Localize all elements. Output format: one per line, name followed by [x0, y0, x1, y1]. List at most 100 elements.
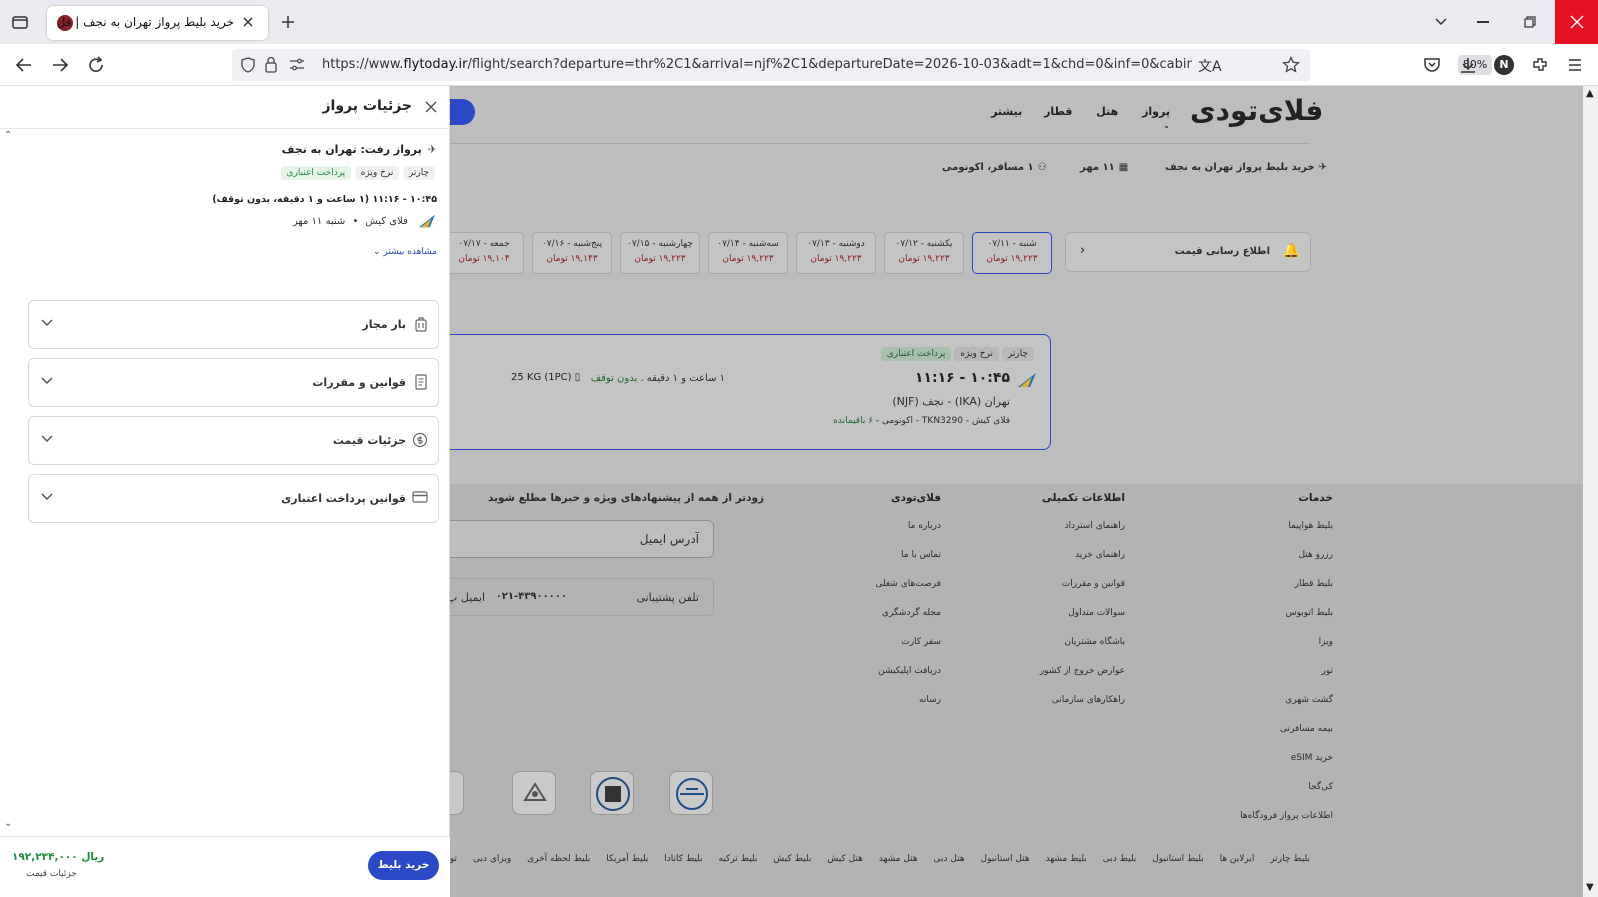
- bottom-link[interactable]: بلیط کیش: [773, 854, 811, 864]
- newsletter-email-input[interactable]: آدرس ایمیل: [430, 520, 714, 558]
- support-phone[interactable]: ۰۲۱-۴۳۹۰۰۰۰۰: [496, 591, 567, 602]
- menu-icon[interactable]: [1567, 57, 1583, 73]
- price-details-link[interactable]: جزئیات قیمت: [26, 869, 77, 879]
- site-permissions-icon[interactable]: [289, 58, 305, 72]
- nav-item-more[interactable]: بیشتر: [991, 105, 1022, 118]
- bottom-link[interactable]: ویزای دبی: [473, 854, 511, 864]
- close-window-button[interactable]: [1555, 0, 1598, 44]
- footer-link[interactable]: بلیط اتوبوس: [1240, 608, 1333, 637]
- profile-avatar[interactable]: N: [1494, 55, 1514, 75]
- nav-item-hotel[interactable]: هتل: [1096, 105, 1118, 118]
- search-summary-route[interactable]: ✈خرید بلیط پرواز تهران به نجف: [1165, 162, 1327, 173]
- address-bar[interactable]: https://www.flytoday.ir/flight/search?de…: [232, 49, 1492, 81]
- footer-link[interactable]: باشگاه مشتریان: [1040, 637, 1125, 666]
- date-option-0[interactable]: شنبه - ۰۷/۱۱ ۱۹,۲۲۳ تومان: [972, 232, 1052, 274]
- tourism-badge-icon[interactable]: [590, 771, 634, 815]
- bottom-link[interactable]: بلیط مشهد: [1045, 854, 1086, 864]
- panel-scrollbar[interactable]: ⌃ ⌄: [0, 130, 18, 836]
- bottom-link[interactable]: بلیط ترکیه: [719, 854, 758, 864]
- price-alert-button[interactable]: 🔔 اطلاع رسانی قیمت ›: [1065, 232, 1311, 272]
- close-tab-icon[interactable]: [241, 15, 255, 29]
- date-option-6[interactable]: جمعه - ۰۷/۱۷ ۱۹,۱۰۴ تومان: [444, 232, 524, 274]
- flight-result-card[interactable]: چارتر نرخ ویژه پرداخت اعتباری ۱۰:۴۵ - ۱۱…: [430, 334, 1051, 450]
- accordion-rules[interactable]: قوانین و مقررات: [28, 358, 439, 407]
- date-option-2[interactable]: دوشنبه - ۰۷/۱۳ ۱۹,۲۲۳ تومان: [796, 232, 876, 274]
- bottom-link[interactable]: هتل دبی: [934, 854, 965, 864]
- footer-link[interactable]: سوالات متداول: [1040, 608, 1125, 637]
- extensions-icon[interactable]: [1531, 56, 1549, 74]
- minimize-window-icon[interactable]: [1477, 21, 1489, 23]
- footer-link[interactable]: راهکارهای سازمانی: [1040, 695, 1125, 724]
- footer-link[interactable]: عوارض خروج از کشور: [1040, 666, 1125, 695]
- footer-link[interactable]: بلیط هواپیما: [1240, 521, 1333, 550]
- footer-link[interactable]: گشت شهری: [1240, 695, 1333, 724]
- date-option-5[interactable]: پنج‌شنبه - ۰۷/۱۶ ۱۹,۱۴۳ تومان: [532, 232, 612, 274]
- cao-badge-icon[interactable]: [669, 771, 713, 815]
- buy-ticket-button[interactable]: خرید بلیط: [368, 851, 439, 880]
- pocket-icon[interactable]: [1423, 56, 1441, 74]
- accordion-baggage[interactable]: بار مجاز: [28, 300, 439, 349]
- footer-link[interactable]: کی‌گجا: [1240, 782, 1333, 811]
- footer-link[interactable]: دریافت اپلیکیشن: [875, 666, 941, 695]
- show-more-link[interactable]: مشاهده بیشتر ⌄: [373, 247, 437, 257]
- date-option-4[interactable]: چهارشنبه - ۰۷/۱۵ ۱۹,۲۲۳ تومان: [620, 232, 700, 274]
- footer-link[interactable]: بلیط قطار: [1240, 579, 1333, 608]
- bottom-link[interactable]: بلیط چارتر: [1270, 854, 1310, 864]
- site-logo[interactable]: فلای‌تودی: [1190, 94, 1323, 127]
- date-option-3[interactable]: سه‌شنبه - ۰۷/۱۴ ۱۹,۲۲۳ تومان: [708, 232, 788, 274]
- footer-link[interactable]: فرصت‌های شغلی: [875, 579, 941, 608]
- translate-icon[interactable]: 文A: [1198, 56, 1222, 76]
- active-tab[interactable]: خرید بلیط پرواز تهران به نجف | فل: [47, 6, 268, 40]
- bookmark-star-icon[interactable]: [1282, 56, 1300, 74]
- scroll-up-icon[interactable]: ▲: [1586, 88, 1594, 99]
- nav-item-flight[interactable]: پرواز: [1142, 105, 1170, 118]
- bottom-link[interactable]: بلیط آمریکا: [606, 854, 648, 864]
- bottom-link[interactable]: هتل کیش: [827, 854, 863, 864]
- lock-icon[interactable]: [264, 56, 278, 73]
- footer-link[interactable]: مجله گردشگری: [875, 608, 941, 637]
- bottom-link[interactable]: هتل مشهد: [879, 854, 918, 864]
- page-scrollbar[interactable]: ▲ ▼: [1583, 86, 1598, 897]
- footer-link[interactable]: بیمه مسافرتی: [1240, 724, 1333, 753]
- footer-link[interactable]: خرید eSIM: [1240, 753, 1333, 782]
- footer-link[interactable]: تماس با ما: [875, 550, 941, 579]
- footer-link[interactable]: قوانین و مقررات: [1040, 579, 1125, 608]
- footer-link[interactable]: درباره ما: [875, 521, 941, 550]
- accordion-credit-payment-rules[interactable]: قوانین پرداخت اعتباری: [28, 474, 439, 523]
- tab-list-icon[interactable]: [10, 12, 30, 32]
- shield-icon[interactable]: [240, 57, 256, 73]
- reload-icon[interactable]: [87, 56, 105, 74]
- bottom-link[interactable]: بلیط لحظه آخری: [527, 854, 590, 864]
- bottom-link[interactable]: هتل استانبول: [981, 854, 1030, 864]
- stops-text: بدون توقف: [590, 373, 638, 384]
- new-tab-icon[interactable]: [280, 14, 296, 30]
- bottom-link[interactable]: ایرلاین ها: [1220, 854, 1255, 864]
- footer-link[interactable]: رزرو هتل: [1240, 550, 1333, 579]
- footer-link[interactable]: تور: [1240, 666, 1333, 695]
- bottom-link[interactable]: بلیط دبی: [1103, 854, 1137, 864]
- footer-link[interactable]: راهنمای خرید: [1040, 550, 1125, 579]
- scroll-up-icon[interactable]: ⌃: [4, 130, 12, 141]
- back-arrow-icon[interactable]: [15, 56, 33, 74]
- footer-link[interactable]: رسانه: [875, 695, 941, 724]
- scroll-down-icon[interactable]: ⌄: [4, 818, 12, 829]
- search-summary-date[interactable]: ▦۱۱ مهر: [1080, 162, 1128, 173]
- forward-arrow-icon[interactable]: [51, 56, 69, 74]
- tab-overflow-chevron-icon[interactable]: [1434, 15, 1448, 29]
- downloads-icon[interactable]: [1459, 56, 1477, 74]
- scroll-down-icon[interactable]: ▼: [1586, 882, 1594, 893]
- footer-link[interactable]: راهنمای استرداد: [1040, 521, 1125, 550]
- search-summary-passengers[interactable]: ⚇۱ مسافر، اکونومی: [942, 162, 1047, 173]
- footer-link[interactable]: سفر کارت: [875, 637, 941, 666]
- date-option-1[interactable]: یکشنبه - ۰۷/۱۲ ۱۹,۲۲۳ تومان: [884, 232, 964, 274]
- restore-window-icon[interactable]: [1524, 16, 1536, 28]
- association-badge-icon[interactable]: [512, 771, 556, 815]
- bottom-link[interactable]: بلیط استانبول: [1152, 854, 1204, 864]
- bottom-link[interactable]: بلیط کانادا: [664, 854, 702, 864]
- nav-item-train[interactable]: قطار: [1044, 105, 1072, 118]
- footer-link[interactable]: اطلاعات پرواز فرودگاه‌ها: [1240, 811, 1333, 840]
- url-text[interactable]: https://www.flytoday.ir/flight/search?de…: [322, 57, 1192, 72]
- close-panel-icon[interactable]: [424, 100, 438, 114]
- footer-link[interactable]: ویزا: [1240, 637, 1333, 666]
- accordion-price-details[interactable]: جزئیات قیمت: [28, 416, 439, 465]
